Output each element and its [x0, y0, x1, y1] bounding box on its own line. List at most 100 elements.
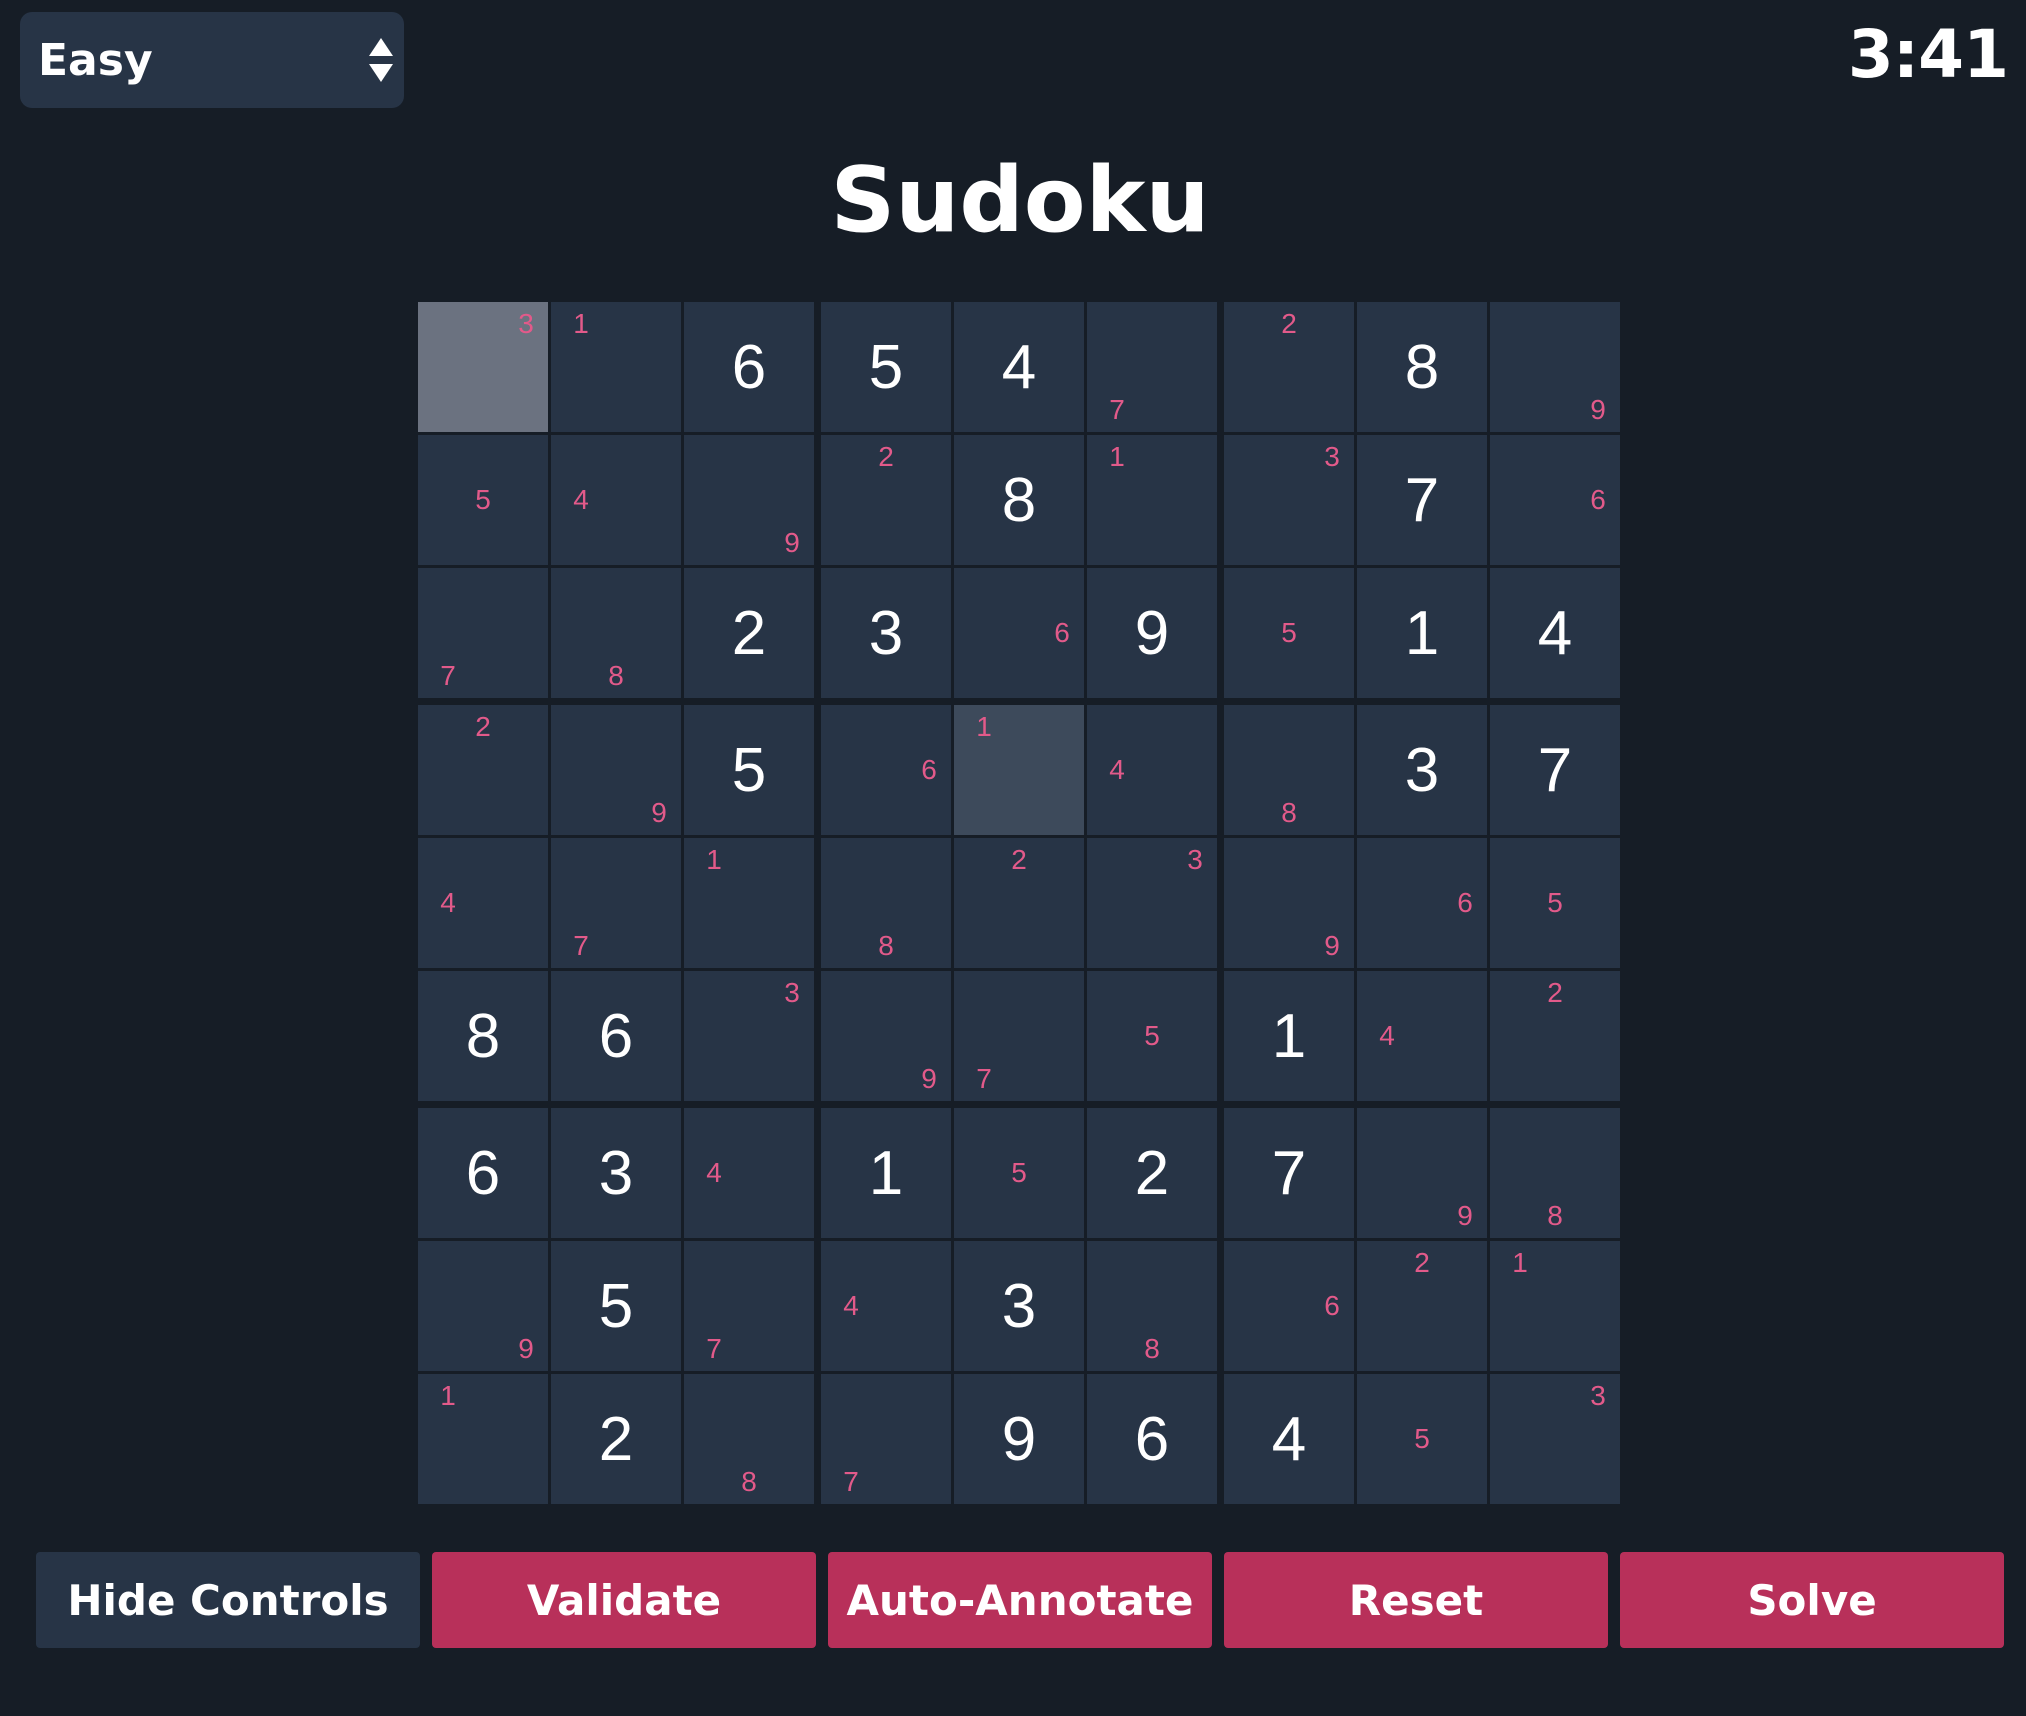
- difficulty-select[interactable]: Easy: [20, 12, 404, 108]
- sudoku-cell[interactable]: 4: [954, 302, 1084, 432]
- sudoku-cell[interactable]: 3: [1224, 435, 1354, 565]
- sudoku-cell[interactable]: 6: [684, 302, 814, 432]
- sudoku-cell[interactable]: 8: [684, 1374, 814, 1504]
- sudoku-cell[interactable]: 3: [821, 568, 951, 698]
- sudoku-cell[interactable]: 7: [821, 1374, 951, 1504]
- validate-button[interactable]: Validate: [432, 1552, 816, 1648]
- sudoku-cell[interactable]: 6: [954, 568, 1084, 698]
- sudoku-cell[interactable]: 1: [1224, 971, 1354, 1101]
- sudoku-cell[interactable]: 1: [954, 705, 1084, 835]
- sudoku-cell[interactable]: 4: [821, 1241, 951, 1371]
- sudoku-cell[interactable]: 9: [418, 1241, 548, 1371]
- sudoku-cell[interactable]: 2: [821, 435, 951, 565]
- sudoku-cell[interactable]: 5: [684, 705, 814, 835]
- sudoku-cell[interactable]: 2: [1087, 1108, 1217, 1238]
- sudoku-cell[interactable]: 7: [1490, 705, 1620, 835]
- sudoku-cell[interactable]: 3: [1087, 838, 1217, 968]
- sudoku-cell[interactable]: 9: [954, 1374, 1084, 1504]
- sudoku-cell[interactable]: 5: [418, 435, 548, 565]
- sudoku-cell[interactable]: 5: [551, 1241, 681, 1371]
- sudoku-cell[interactable]: 4: [1087, 705, 1217, 835]
- cell-digit: 1: [1404, 598, 1440, 668]
- sudoku-cell[interactable]: 9: [821, 971, 951, 1101]
- sudoku-cell[interactable]: 7: [1087, 302, 1217, 432]
- cell-digit: 8: [465, 1001, 501, 1071]
- sudoku-cell[interactable]: 1: [1357, 568, 1487, 698]
- sudoku-cell[interactable]: 6: [1087, 1374, 1217, 1504]
- sudoku-cell[interactable]: 3: [684, 971, 814, 1101]
- sudoku-cell[interactable]: 4: [1224, 1374, 1354, 1504]
- sudoku-cell[interactable]: 6: [551, 971, 681, 1101]
- sudoku-cell[interactable]: 1: [1490, 1241, 1620, 1371]
- solve-button[interactable]: Solve: [1620, 1552, 2004, 1648]
- sudoku-board: 3165472895492813767823695142956148374718…: [418, 302, 1621, 1504]
- sudoku-cell[interactable]: 7: [684, 1241, 814, 1371]
- cell-note: 5: [1547, 887, 1563, 918]
- sudoku-cell[interactable]: 5: [954, 1108, 1084, 1238]
- sudoku-cell[interactable]: 5: [1224, 568, 1354, 698]
- sudoku-cell[interactable]: 1: [551, 302, 681, 432]
- sudoku-cell[interactable]: 6: [1224, 1241, 1354, 1371]
- sudoku-cell[interactable]: 9: [684, 435, 814, 565]
- sudoku-cell[interactable]: 1: [684, 838, 814, 968]
- cell-note: 9: [518, 1333, 534, 1364]
- sudoku-cell[interactable]: 2: [1490, 971, 1620, 1101]
- sudoku-cell[interactable]: 4: [1490, 568, 1620, 698]
- sudoku-cell[interactable]: 3: [551, 1108, 681, 1238]
- sudoku-cell[interactable]: 6: [1357, 838, 1487, 968]
- sudoku-cell[interactable]: 7: [954, 971, 1084, 1101]
- controls-bar: Hide Controls Validate Auto-Annotate Res…: [36, 1552, 2004, 1648]
- sudoku-cell[interactable]: 5: [821, 302, 951, 432]
- sudoku-cell[interactable]: 3: [1490, 1374, 1620, 1504]
- sudoku-cell[interactable]: 5: [1087, 971, 1217, 1101]
- sudoku-cell[interactable]: 3: [954, 1241, 1084, 1371]
- sudoku-cell[interactable]: 9: [1490, 302, 1620, 432]
- sudoku-cell[interactable]: 4: [551, 435, 681, 565]
- sudoku-cell[interactable]: 6: [418, 1108, 548, 1238]
- hide-controls-button[interactable]: Hide Controls: [36, 1552, 420, 1648]
- sudoku-cell[interactable]: 6: [821, 705, 951, 835]
- sudoku-cell[interactable]: 2: [418, 705, 548, 835]
- sudoku-cell[interactable]: 9: [1224, 838, 1354, 968]
- cell-note: 3: [1590, 1380, 1606, 1411]
- sudoku-cell[interactable]: 7: [1357, 435, 1487, 565]
- sudoku-cell[interactable]: 7: [551, 838, 681, 968]
- sudoku-cell[interactable]: 2: [1357, 1241, 1487, 1371]
- sudoku-cell[interactable]: 9: [1087, 568, 1217, 698]
- sudoku-cell[interactable]: 8: [954, 435, 1084, 565]
- sudoku-cell[interactable]: 8: [1224, 705, 1354, 835]
- sudoku-cell[interactable]: 8: [1490, 1108, 1620, 1238]
- sudoku-cell[interactable]: 7: [418, 568, 548, 698]
- cell-digit: 4: [1271, 1404, 1307, 1474]
- sudoku-cell[interactable]: 7: [1224, 1108, 1354, 1238]
- sudoku-cell[interactable]: 2: [1224, 302, 1354, 432]
- sudoku-cell[interactable]: 8: [1357, 302, 1487, 432]
- cell-note: 7: [1109, 394, 1125, 425]
- sudoku-cell[interactable]: 1: [418, 1374, 548, 1504]
- sudoku-cell[interactable]: 5: [1490, 838, 1620, 968]
- sudoku-cell[interactable]: 2: [684, 568, 814, 698]
- sudoku-cell[interactable]: 9: [1357, 1108, 1487, 1238]
- sudoku-cell[interactable]: 5: [1357, 1374, 1487, 1504]
- sudoku-cell[interactable]: 3: [418, 302, 548, 432]
- cell-digit: 2: [598, 1404, 634, 1474]
- sudoku-cell[interactable]: 4: [418, 838, 548, 968]
- sudoku-cell[interactable]: 8: [1087, 1241, 1217, 1371]
- sudoku-cell[interactable]: 9: [551, 705, 681, 835]
- sudoku-cell[interactable]: 8: [418, 971, 548, 1101]
- sudoku-cell[interactable]: 6: [1490, 435, 1620, 565]
- sudoku-cell[interactable]: 2: [954, 838, 1084, 968]
- sudoku-cell[interactable]: 4: [684, 1108, 814, 1238]
- sudoku-cell[interactable]: 2: [551, 1374, 681, 1504]
- cell-digit: 7: [1537, 735, 1573, 805]
- sudoku-cell[interactable]: 3: [1357, 705, 1487, 835]
- sudoku-cell[interactable]: 8: [551, 568, 681, 698]
- sudoku-cell[interactable]: 1: [821, 1108, 951, 1238]
- auto-annotate-button[interactable]: Auto-Annotate: [828, 1552, 1212, 1648]
- cell-note: 4: [440, 887, 456, 918]
- sudoku-cell[interactable]: 8: [821, 838, 951, 968]
- sudoku-cell[interactable]: 4: [1357, 971, 1487, 1101]
- sudoku-cell[interactable]: 1: [1087, 435, 1217, 565]
- cell-note: 7: [440, 660, 456, 691]
- reset-button[interactable]: Reset: [1224, 1552, 1608, 1648]
